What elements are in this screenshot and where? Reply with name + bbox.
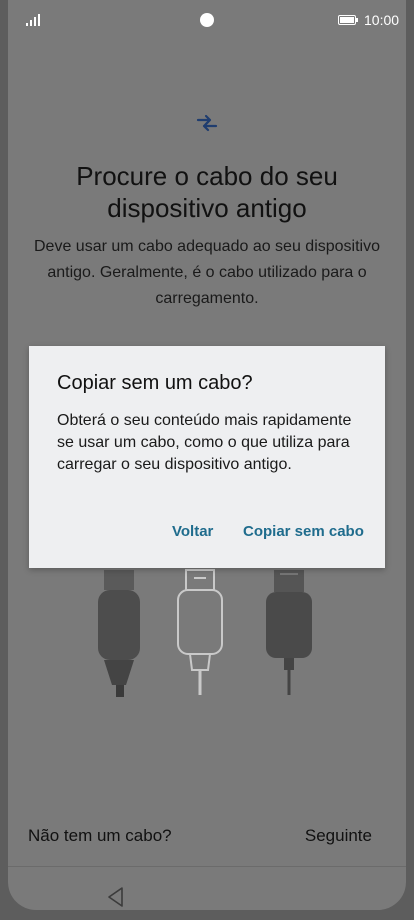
status-time: 10:00 (364, 12, 400, 28)
transfer-arrows-icon (196, 114, 218, 132)
back-triangle-icon[interactable] (106, 886, 126, 908)
copy-without-cable-dialog: Copiar sem um cabo? Obterá o seu conteúd… (29, 346, 385, 568)
nav-divider (8, 866, 406, 867)
screen: 10:00 Procure o cabo do seu dispositivo … (8, 0, 406, 910)
signal-icon (26, 14, 40, 26)
battery-icon (338, 15, 358, 25)
page-description: Deve usar um cabo adequado ao seu dispos… (34, 238, 380, 307)
copy-without-cable-button[interactable]: Copiar sem cabo (243, 523, 364, 540)
page-title: Procure o cabo do seu dispositivo antigo (76, 161, 338, 223)
phone-frame: 10:00 Procure o cabo do seu dispositivo … (0, 0, 414, 920)
dialog-title: Copiar sem um cabo? (57, 372, 253, 394)
back-button[interactable]: Voltar (172, 523, 213, 540)
next-button[interactable]: Seguinte (305, 826, 372, 846)
camera-cutout (200, 13, 214, 27)
status-bar: 10:00 (8, 0, 406, 40)
no-cable-link[interactable]: Não tem um cabo? (28, 826, 172, 846)
cables-illustration (98, 569, 312, 697)
dialog-message: Obterá o seu conteúdo mais rapidamente s… (57, 412, 352, 473)
